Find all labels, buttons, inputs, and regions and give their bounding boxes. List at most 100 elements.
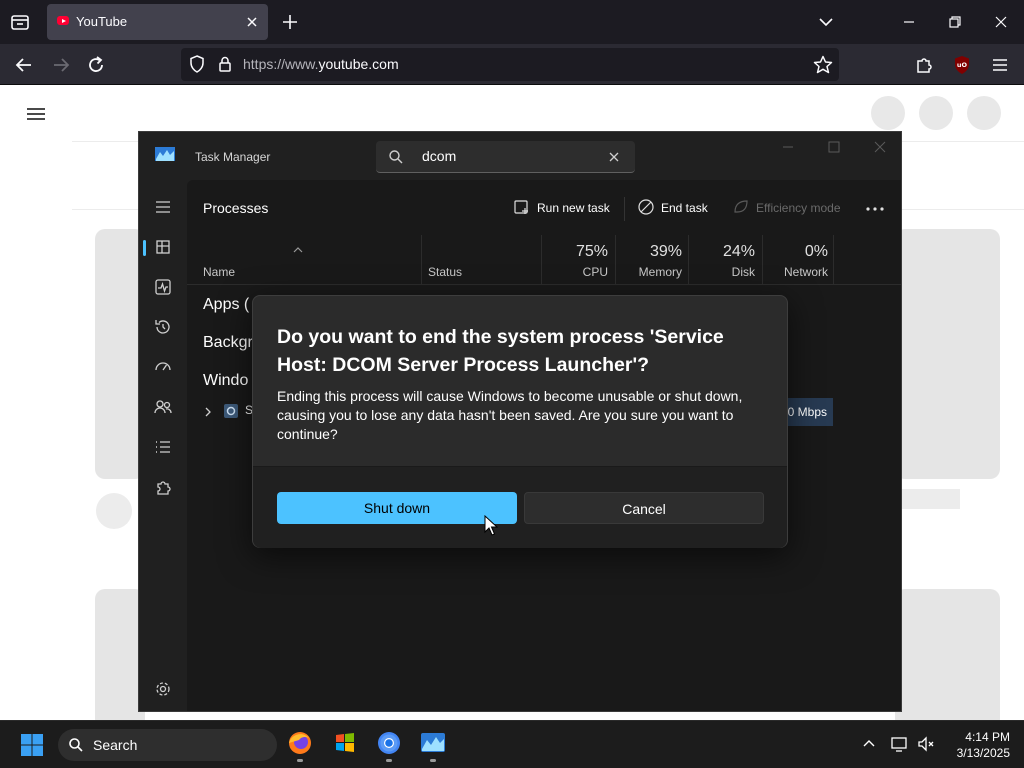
lock-icon[interactable] (215, 54, 235, 74)
column-cpu[interactable]: CPU (583, 265, 608, 279)
run-new-task-button[interactable]: Run new task (513, 198, 623, 220)
shut-down-button[interactable]: Shut down (277, 492, 517, 524)
tm-maximize-icon[interactable] (825, 138, 843, 156)
column-divider (541, 235, 542, 285)
hamburger-menu-icon[interactable] (988, 53, 1012, 77)
services-puzzle-icon[interactable] (151, 475, 175, 499)
toolbar-divider (624, 197, 625, 221)
expand-chevron-icon[interactable] (201, 404, 215, 418)
leaf-icon (734, 200, 748, 213)
back-arrow-icon[interactable] (12, 53, 36, 77)
performance-icon[interactable] (151, 275, 175, 299)
tm-close-icon[interactable] (871, 138, 889, 156)
task-manager-app-icon (155, 146, 175, 162)
ublock-origin-icon[interactable]: uO (950, 53, 974, 77)
running-indicator (386, 759, 392, 762)
speaker-muted-icon[interactable] (916, 734, 936, 754)
network-status-icon[interactable] (890, 734, 910, 754)
skeleton-thumbnail (895, 589, 1000, 729)
skeleton-avatar (919, 96, 953, 130)
dialog-footer: Shut down Cancel (253, 466, 787, 548)
firefox-view-icon[interactable] (8, 10, 32, 34)
task-manager-search-input[interactable]: dcom (376, 141, 635, 173)
taskbar-search-box[interactable]: Search (58, 729, 277, 761)
skeleton-thumbnail (895, 229, 1000, 479)
skeleton-text (900, 489, 960, 509)
group-apps-label: Apps ( (203, 296, 250, 313)
column-disk[interactable]: Disk (732, 265, 755, 279)
app-history-icon[interactable] (151, 315, 175, 339)
url-text[interactable]: https://www.youtube.com (243, 56, 399, 72)
column-memory[interactable]: Memory (639, 265, 682, 279)
end-task-label: End task (661, 201, 708, 215)
efficiency-mode-label: Efficiency mode (756, 201, 841, 215)
startup-apps-icon[interactable] (151, 355, 175, 379)
process-network-value: 0 Mbps (787, 405, 827, 419)
network-percent: 0% (804, 243, 828, 260)
forward-arrow-icon[interactable] (49, 53, 73, 77)
reload-icon[interactable] (84, 53, 108, 77)
settings-gear-icon[interactable] (151, 677, 175, 701)
chevron-down-icon[interactable] (816, 12, 836, 32)
windows-start-icon[interactable] (20, 733, 44, 757)
skeleton-avatar (871, 96, 905, 130)
end-task-icon (638, 199, 654, 215)
chevron-up-icon[interactable] (860, 735, 878, 753)
users-icon[interactable] (151, 395, 175, 419)
column-divider (762, 235, 763, 285)
column-name[interactable]: Name (203, 265, 235, 279)
close-window-icon[interactable] (989, 10, 1013, 34)
url-bar[interactable]: https://www.youtube.com (181, 48, 839, 81)
new-tab-plus-icon[interactable] (280, 12, 300, 32)
clear-search-icon[interactable] (606, 149, 622, 165)
skeleton-avatar (967, 96, 1001, 130)
memory-percent: 39% (649, 243, 682, 260)
youtube-favicon-icon (57, 16, 69, 25)
dialog-message: Ending this process will cause Windows t… (277, 388, 743, 442)
search-query: dcom (422, 148, 457, 164)
end-task-button[interactable]: End task (637, 198, 717, 220)
column-status[interactable]: Status (428, 265, 462, 279)
dialog-title: Do you want to end the system process 'S… (277, 326, 724, 376)
more-options-icon[interactable] (864, 198, 886, 220)
cancel-button[interactable]: Cancel (524, 492, 764, 524)
column-network[interactable]: Network (784, 265, 828, 279)
column-divider (833, 235, 834, 285)
sort-chevron-up-icon[interactable] (292, 239, 304, 253)
disk-percent: 24% (722, 243, 755, 260)
running-indicator (430, 759, 436, 762)
mouse-cursor-icon (484, 514, 499, 537)
details-list-icon[interactable] (151, 435, 175, 459)
firefox-taskbar-icon[interactable] (283, 728, 317, 762)
svg-text:uO: uO (957, 61, 968, 69)
taskbar-search-label: Search (93, 737, 138, 753)
column-headers: Name Status 75% CPU 39% Memory 24% Disk … (187, 235, 901, 285)
efficiency-mode-button[interactable]: Efficiency mode (732, 198, 852, 220)
youtube-menu-icon[interactable] (24, 102, 48, 126)
tm-minimize-icon[interactable] (779, 138, 797, 156)
task-manager-title: Task Manager (195, 150, 271, 164)
hamburger-menu-icon[interactable] (151, 195, 175, 219)
processes-icon[interactable] (151, 235, 175, 259)
service-gear-icon (223, 403, 239, 419)
browser-nav-bar: https://www.youtube.com uO (0, 44, 1024, 85)
skeleton-avatar (96, 493, 132, 529)
browser-tab-youtube[interactable]: YouTube (47, 4, 268, 40)
running-indicator (297, 759, 303, 762)
system-clock[interactable]: 4:14 PM 3/13/2025 (938, 729, 1010, 761)
processes-heading: Processes (203, 200, 269, 216)
extensions-puzzle-icon[interactable] (912, 53, 936, 77)
tracking-protection-shield-icon[interactable] (187, 54, 207, 74)
group-windows-label: Windo (203, 372, 249, 389)
restore-icon[interactable] (943, 10, 967, 34)
selected-indicator (143, 240, 146, 256)
windows-logo-app-icon[interactable] (328, 728, 362, 762)
task-manager-titlebar: Task Manager dcom (139, 132, 901, 180)
cpu-percent: 75% (575, 243, 608, 260)
column-divider (688, 235, 689, 285)
chrome-taskbar-icon[interactable] (372, 728, 406, 762)
task-manager-taskbar-icon[interactable] (416, 728, 450, 762)
tab-close-icon[interactable] (242, 12, 262, 32)
bookmark-star-icon[interactable] (812, 54, 834, 76)
minimize-icon[interactable] (897, 10, 921, 34)
